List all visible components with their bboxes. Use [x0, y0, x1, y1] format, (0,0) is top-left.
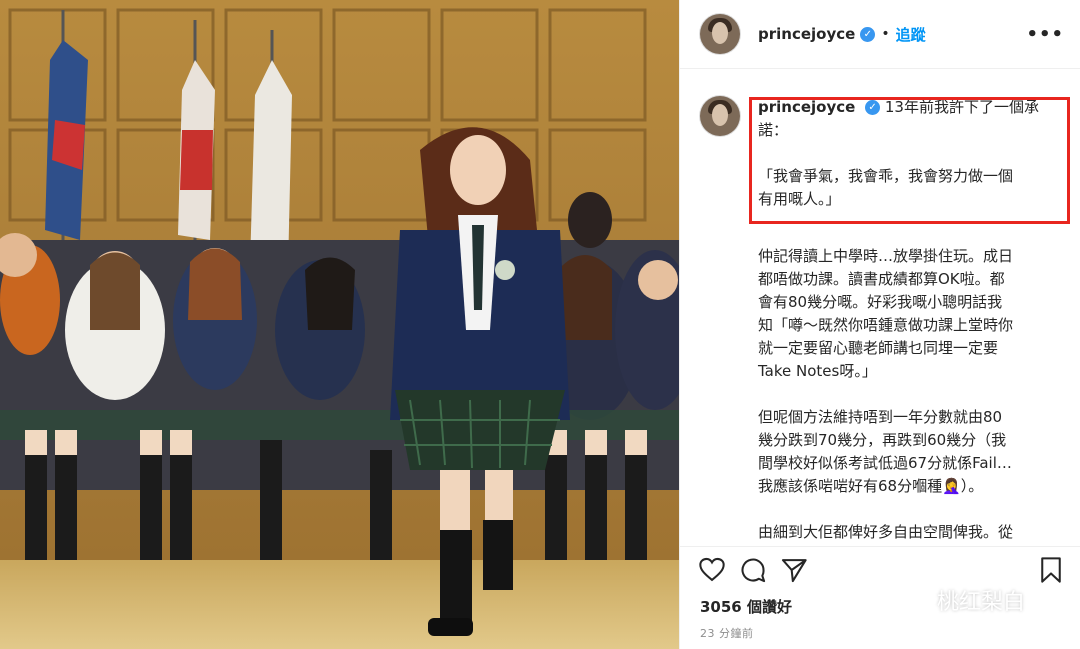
caption-intro-2: 諾： — [758, 121, 789, 139]
caption-username[interactable]: princejoyce — [758, 98, 855, 116]
post-actions: 3056 個讚好 23 分鐘前 — [680, 546, 1080, 649]
avatar[interactable] — [700, 14, 740, 54]
caption-intro-1: 13年前我許下了一個承 — [884, 98, 1039, 116]
post-side-panel: princejoyce ✓ • 追蹤 ••• princejoyce ✓ 13年… — [679, 0, 1080, 649]
caption-paragraph: 由細到大佢都俾好多自由空間俾我。從 來唔讀書方面都好信任我會乖會聽著自 — [758, 523, 1014, 541]
more-options-icon[interactable]: ••• — [1026, 24, 1064, 45]
caption-row: princejoyce ✓ 13年前我許下了一個承 諾： 「我會爭氣，我會乖，我… — [680, 70, 1080, 211]
comment-icon[interactable] — [739, 556, 767, 584]
caption-quote-2: 有用嘅人。」 — [758, 190, 841, 208]
header-username[interactable]: princejoyce — [758, 25, 855, 43]
follow-button[interactable]: 追蹤 — [896, 24, 926, 45]
caption-head: princejoyce ✓ 13年前我許下了一個承 諾： 「我會爭氣，我會乖，我… — [758, 96, 1065, 211]
like-count[interactable]: 3056 個讚好 — [680, 587, 1080, 617]
verified-icon: ✓ — [860, 26, 876, 42]
caption-paragraph: 仲記得讀上中學時…放學掛住玩。成日 都唔做功課。讀書成績都算OK啦。都 會有80… — [758, 247, 1014, 380]
action-icons — [680, 547, 1080, 587]
share-icon[interactable] — [780, 556, 808, 584]
caption-avatar[interactable] — [700, 96, 740, 136]
caption-quote-1: 「我會爭氣，我會乖，我會努力做一個 — [758, 167, 1014, 185]
post-timestamp[interactable]: 23 分鐘前 — [680, 617, 1080, 641]
bookmark-icon[interactable] — [1037, 556, 1065, 584]
caption-body: 仲記得讀上中學時…放學掛住玩。成日 都唔做功課。讀書成績都算OK啦。都 會有80… — [758, 245, 1058, 546]
verified-icon: ✓ — [865, 100, 881, 115]
heart-icon[interactable] — [698, 556, 726, 584]
caption-paragraph: 但呢個方法維持唔到一年分數就由80 幾分跌到70幾分，再跌到60幾分（我 間學校… — [758, 408, 1012, 495]
post-header: princejoyce ✓ • 追蹤 ••• — [680, 0, 1080, 69]
post-photo[interactable] — [0, 0, 679, 649]
caption-area[interactable]: princejoyce ✓ 13年前我許下了一個承 諾： 「我會爭氣，我會乖，我… — [680, 70, 1080, 546]
header-separator: • — [881, 26, 890, 42]
photo-graphic — [0, 0, 679, 649]
